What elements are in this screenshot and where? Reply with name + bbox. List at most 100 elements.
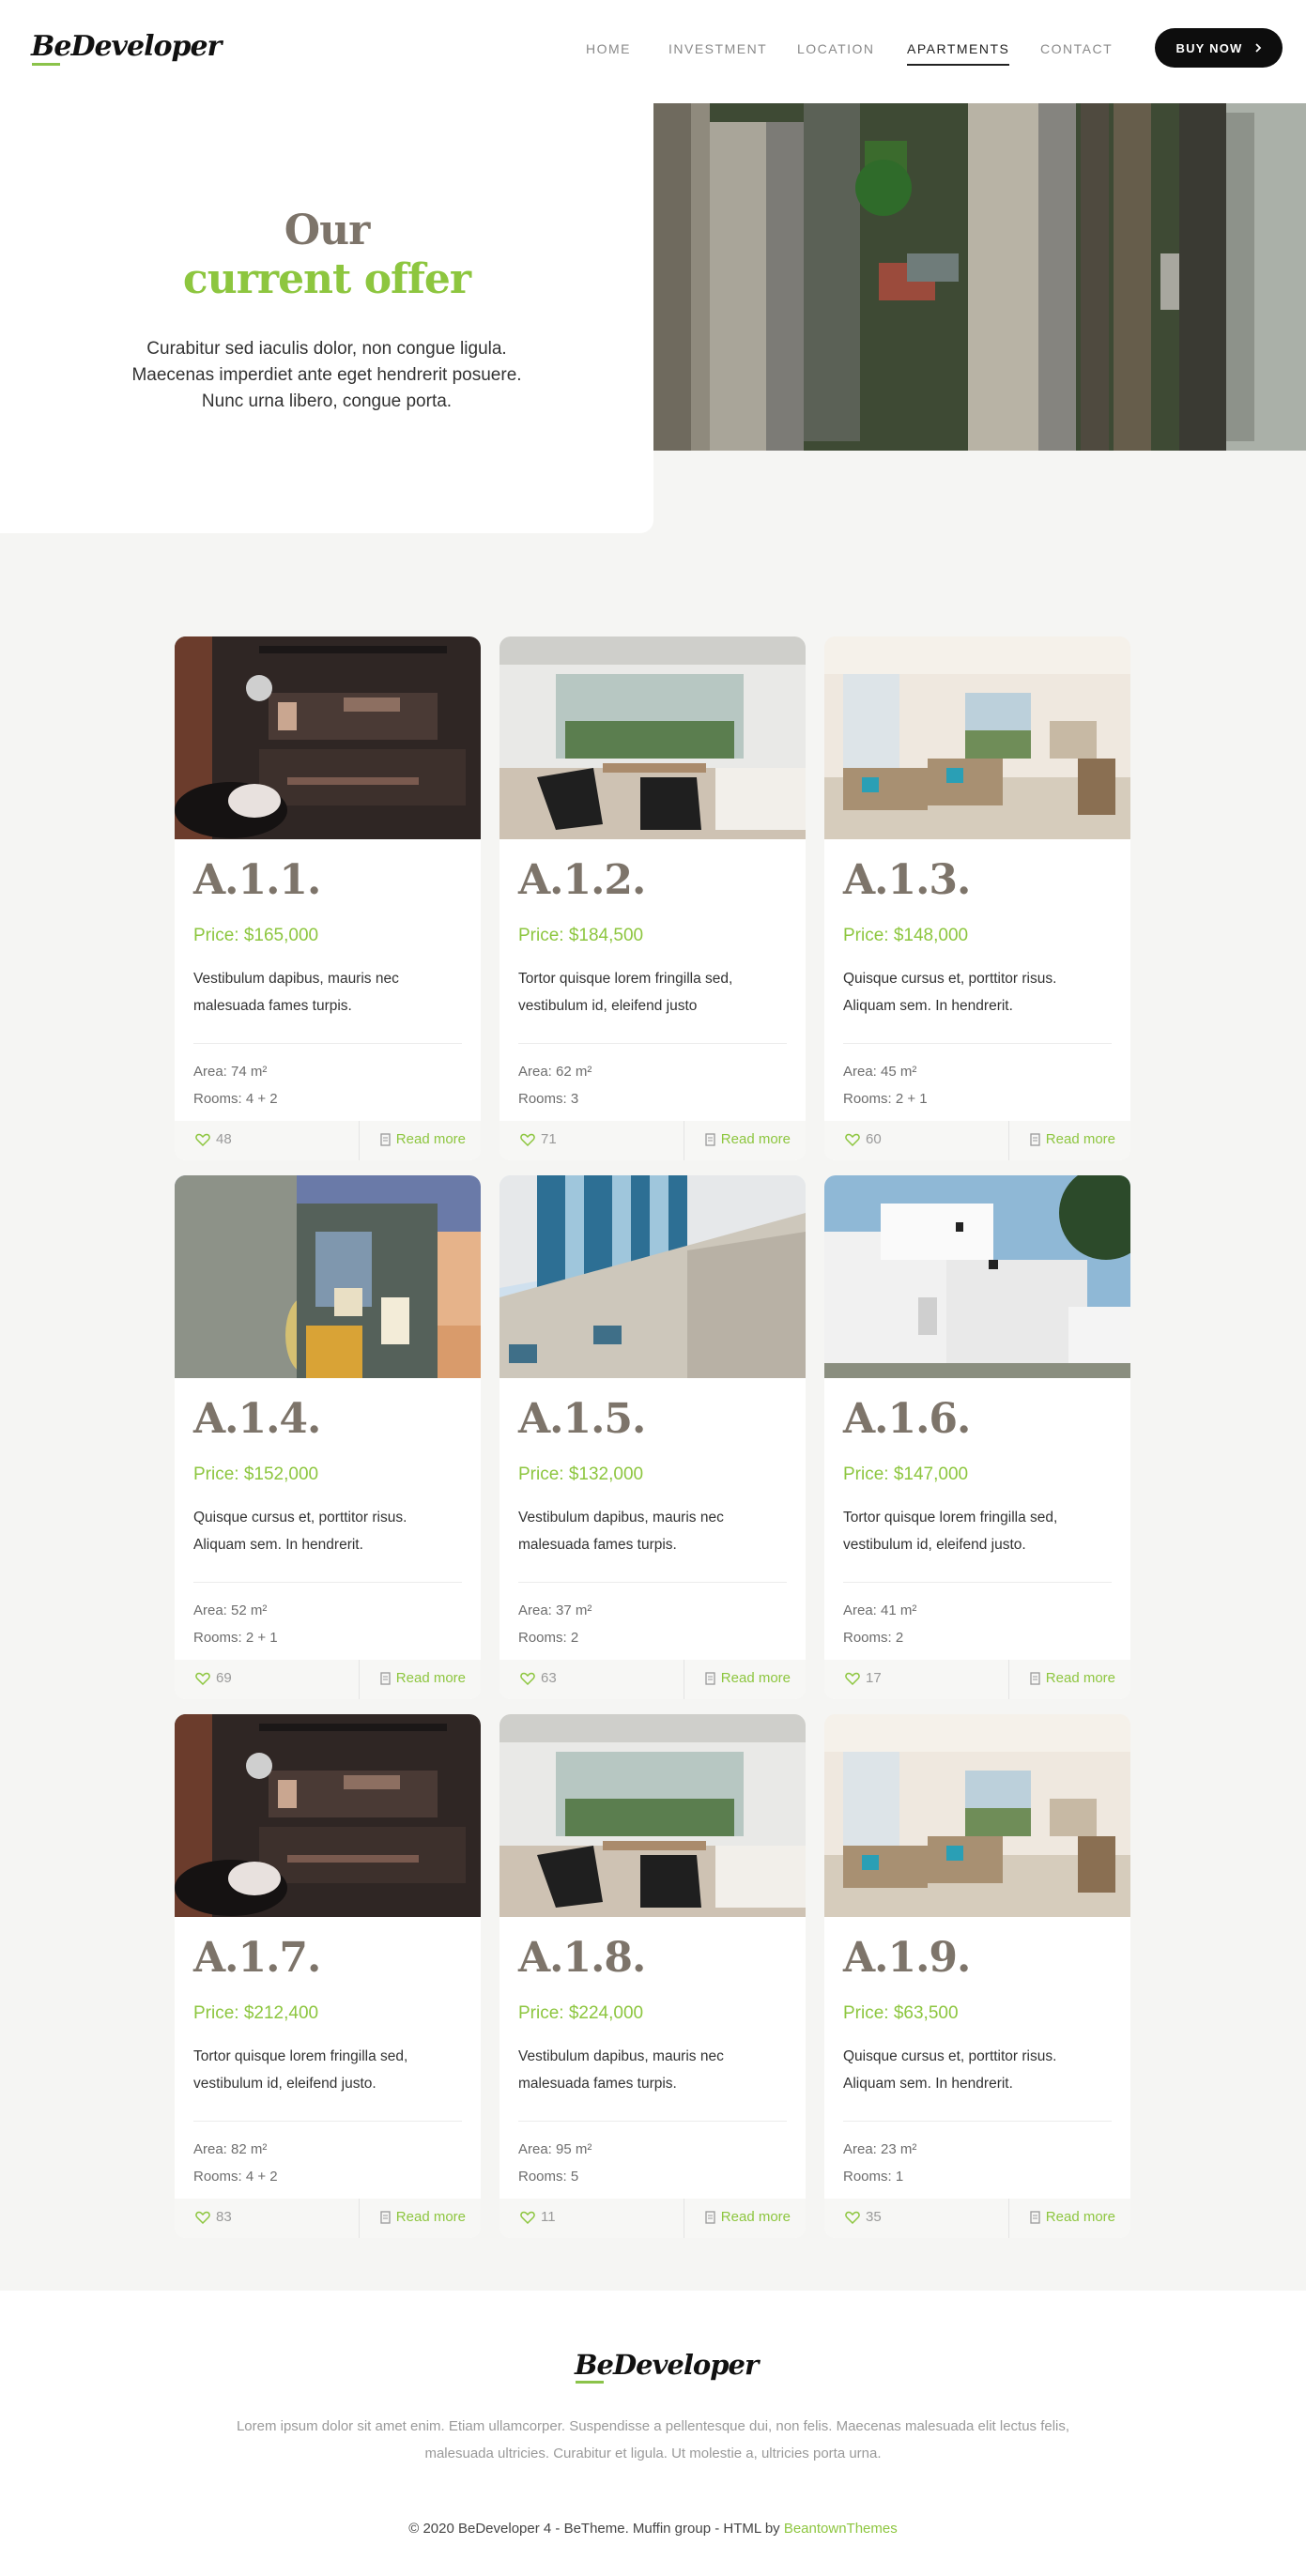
apartment-area: Area: 23 m²	[843, 2141, 917, 2157]
read-more-link[interactable]: Read more	[380, 1131, 466, 1147]
hero-text: Curabitur sed iaculis dolor, non congue …	[131, 339, 522, 411]
nav-location[interactable]: LOCATION	[797, 41, 875, 56]
read-more-label: Read more	[1045, 1131, 1115, 1147]
like-count: 83	[216, 2209, 232, 2225]
footer-copyright: © 2020 BeDeveloper 4 - BeTheme. Muffin g…	[408, 2521, 898, 2537]
document-icon	[1030, 2210, 1040, 2224]
heart-icon	[195, 2211, 210, 2224]
apartment-photo[interactable]	[499, 1714, 806, 1917]
apartment-rooms: Rooms: 2	[518, 1630, 579, 1646]
apartment-area: Area: 37 m²	[518, 1602, 592, 1618]
heart-icon	[520, 1133, 535, 1146]
like-button[interactable]: 48	[195, 1131, 232, 1147]
apartment-card[interactable]: A.1.7. Price: $212,400 Tortor quisque lo…	[175, 1714, 481, 2238]
apartment-price: Price: $224,000	[518, 2003, 644, 2023]
read-more-link[interactable]: Read more	[1030, 1670, 1115, 1686]
apartment-photo[interactable]	[824, 1714, 1130, 1917]
apartment-photo[interactable]	[175, 636, 481, 839]
nav-contact[interactable]: CONTACT	[1040, 41, 1113, 56]
hero-title-line2: current offer	[182, 255, 471, 303]
read-more-link[interactable]: Read more	[705, 2209, 791, 2225]
nav-home[interactable]: HOME	[586, 41, 631, 56]
site-footer: BeDeveloper Lorem ipsum dolor sit amet e…	[0, 2291, 1306, 2576]
apartment-rooms: Rooms: 4 + 2	[193, 2169, 278, 2185]
read-more-link[interactable]: Read more	[1030, 2209, 1115, 2225]
footer-divider	[1008, 1121, 1009, 1160]
card-footer: 48 Read more	[175, 1121, 481, 1160]
like-button[interactable]: 83	[195, 2209, 232, 2225]
footer-logo[interactable]: BeDeveloper	[575, 2349, 759, 2384]
apartment-photo[interactable]	[824, 636, 1130, 839]
heart-icon	[195, 1672, 210, 1685]
apartment-description: Tortor quisque lorem fringilla sed, vest…	[843, 1510, 1058, 1553]
apartment-card[interactable]: A.1.8. Price: $224,000 Vestibulum dapibu…	[499, 1714, 806, 2238]
card-footer: 69 Read more	[175, 1660, 481, 1699]
buy-now-label: BUY NOW	[1175, 40, 1243, 55]
apartment-area: Area: 52 m²	[193, 1602, 268, 1618]
card-footer: 11 Read more	[499, 2199, 806, 2238]
heart-icon	[520, 1672, 535, 1685]
apartment-card[interactable]: A.1.3. Price: $148,000 Quisque cursus et…	[824, 636, 1130, 1160]
apartment-description: Quisque cursus et, porttitor risus. Aliq…	[843, 2048, 1057, 2092]
read-more-link[interactable]: Read more	[380, 2209, 466, 2225]
apartment-price: Price: $148,000	[843, 926, 969, 945]
apartment-card[interactable]: A.1.6. Price: $147,000 Tortor quisque lo…	[824, 1175, 1130, 1699]
apartment-code: A.1.1.	[193, 856, 321, 904]
apartment-photo[interactable]	[824, 1175, 1130, 1378]
apartment-photo[interactable]	[175, 1175, 481, 1378]
apartment-code: A.1.9.	[843, 1934, 971, 1982]
like-button[interactable]: 69	[195, 1670, 232, 1686]
divider	[843, 2121, 1112, 2122]
footer-credit-link[interactable]: BeantownThemes	[784, 2521, 898, 2537]
like-button[interactable]: 17	[845, 1670, 882, 1686]
like-button[interactable]: 63	[520, 1670, 557, 1686]
apartment-photo[interactable]	[499, 1175, 806, 1378]
apartment-description: Vestibulum dapibus, mauris nec malesuada…	[518, 2048, 724, 2092]
document-icon	[380, 1132, 391, 1146]
apartment-photo[interactable]	[175, 1714, 481, 1917]
apartment-rooms: Rooms: 2 + 1	[843, 1091, 928, 1107]
apartment-description: Tortor quisque lorem fringilla sed, vest…	[193, 2048, 408, 2092]
apartment-card[interactable]: A.1.5. Price: $132,000 Vestibulum dapibu…	[499, 1175, 806, 1699]
read-more-link[interactable]: Read more	[380, 1670, 466, 1686]
read-more-label: Read more	[395, 1670, 466, 1686]
apartment-card[interactable]: A.1.4. Price: $152,000 Quisque cursus et…	[175, 1175, 481, 1699]
apartment-description: Quisque cursus et, porttitor risus. Aliq…	[193, 1510, 407, 1553]
apartment-description: Quisque cursus et, porttitor risus. Aliq…	[843, 971, 1057, 1014]
apartment-photo[interactable]	[499, 636, 806, 839]
apartment-description: Tortor quisque lorem fringilla sed, vest…	[518, 971, 733, 1014]
divider	[843, 1043, 1112, 1044]
buy-now-button[interactable]: BUY NOW	[1155, 28, 1283, 68]
footer-divider	[359, 1121, 360, 1160]
heart-icon	[845, 2211, 860, 2224]
read-more-label: Read more	[1045, 2209, 1115, 2225]
apartment-price: Price: $147,000	[843, 1464, 969, 1484]
apartment-meta: Area: 45 m² Rooms: 2 + 1	[843, 1058, 928, 1112]
nav-apartments[interactable]: APARTMENTS	[907, 41, 1010, 66]
apartment-rooms: Rooms: 2 + 1	[193, 1630, 278, 1646]
apartment-card[interactable]: A.1.2. Price: $184,500 Tortor quisque lo…	[499, 636, 806, 1160]
like-count: 35	[866, 2209, 882, 2225]
footer-text: Lorem ipsum dolor sit amet enim. Etiam u…	[236, 2418, 1070, 2461]
heart-icon	[195, 1133, 210, 1146]
apartment-meta: Area: 41 m² Rooms: 2	[843, 1597, 916, 1651]
like-count: 11	[541, 2209, 556, 2225]
divider	[518, 1043, 787, 1044]
document-icon	[1030, 1132, 1040, 1146]
read-more-link[interactable]: Read more	[1030, 1131, 1115, 1147]
apartment-card[interactable]: A.1.1. Price: $165,000 Vestibulum dapibu…	[175, 636, 481, 1160]
logo[interactable]: BeDeveloper	[31, 30, 222, 66]
apartment-card[interactable]: A.1.9. Price: $63,500 Quisque cursus et,…	[824, 1714, 1130, 2238]
apartment-area: Area: 95 m²	[518, 2141, 592, 2157]
like-button[interactable]: 60	[845, 1131, 882, 1147]
like-button[interactable]: 35	[845, 2209, 882, 2225]
nav-investment[interactable]: INVESTMENT	[668, 41, 767, 56]
read-more-label: Read more	[395, 1131, 466, 1147]
like-button[interactable]: 71	[520, 1131, 557, 1147]
apartment-meta: Area: 74 m² Rooms: 4 + 2	[193, 1058, 278, 1112]
read-more-link[interactable]: Read more	[705, 1670, 791, 1686]
like-button[interactable]: 11	[520, 2209, 556, 2225]
footer-divider	[359, 2199, 360, 2238]
read-more-link[interactable]: Read more	[705, 1131, 791, 1147]
footer-divider	[1008, 2199, 1009, 2238]
